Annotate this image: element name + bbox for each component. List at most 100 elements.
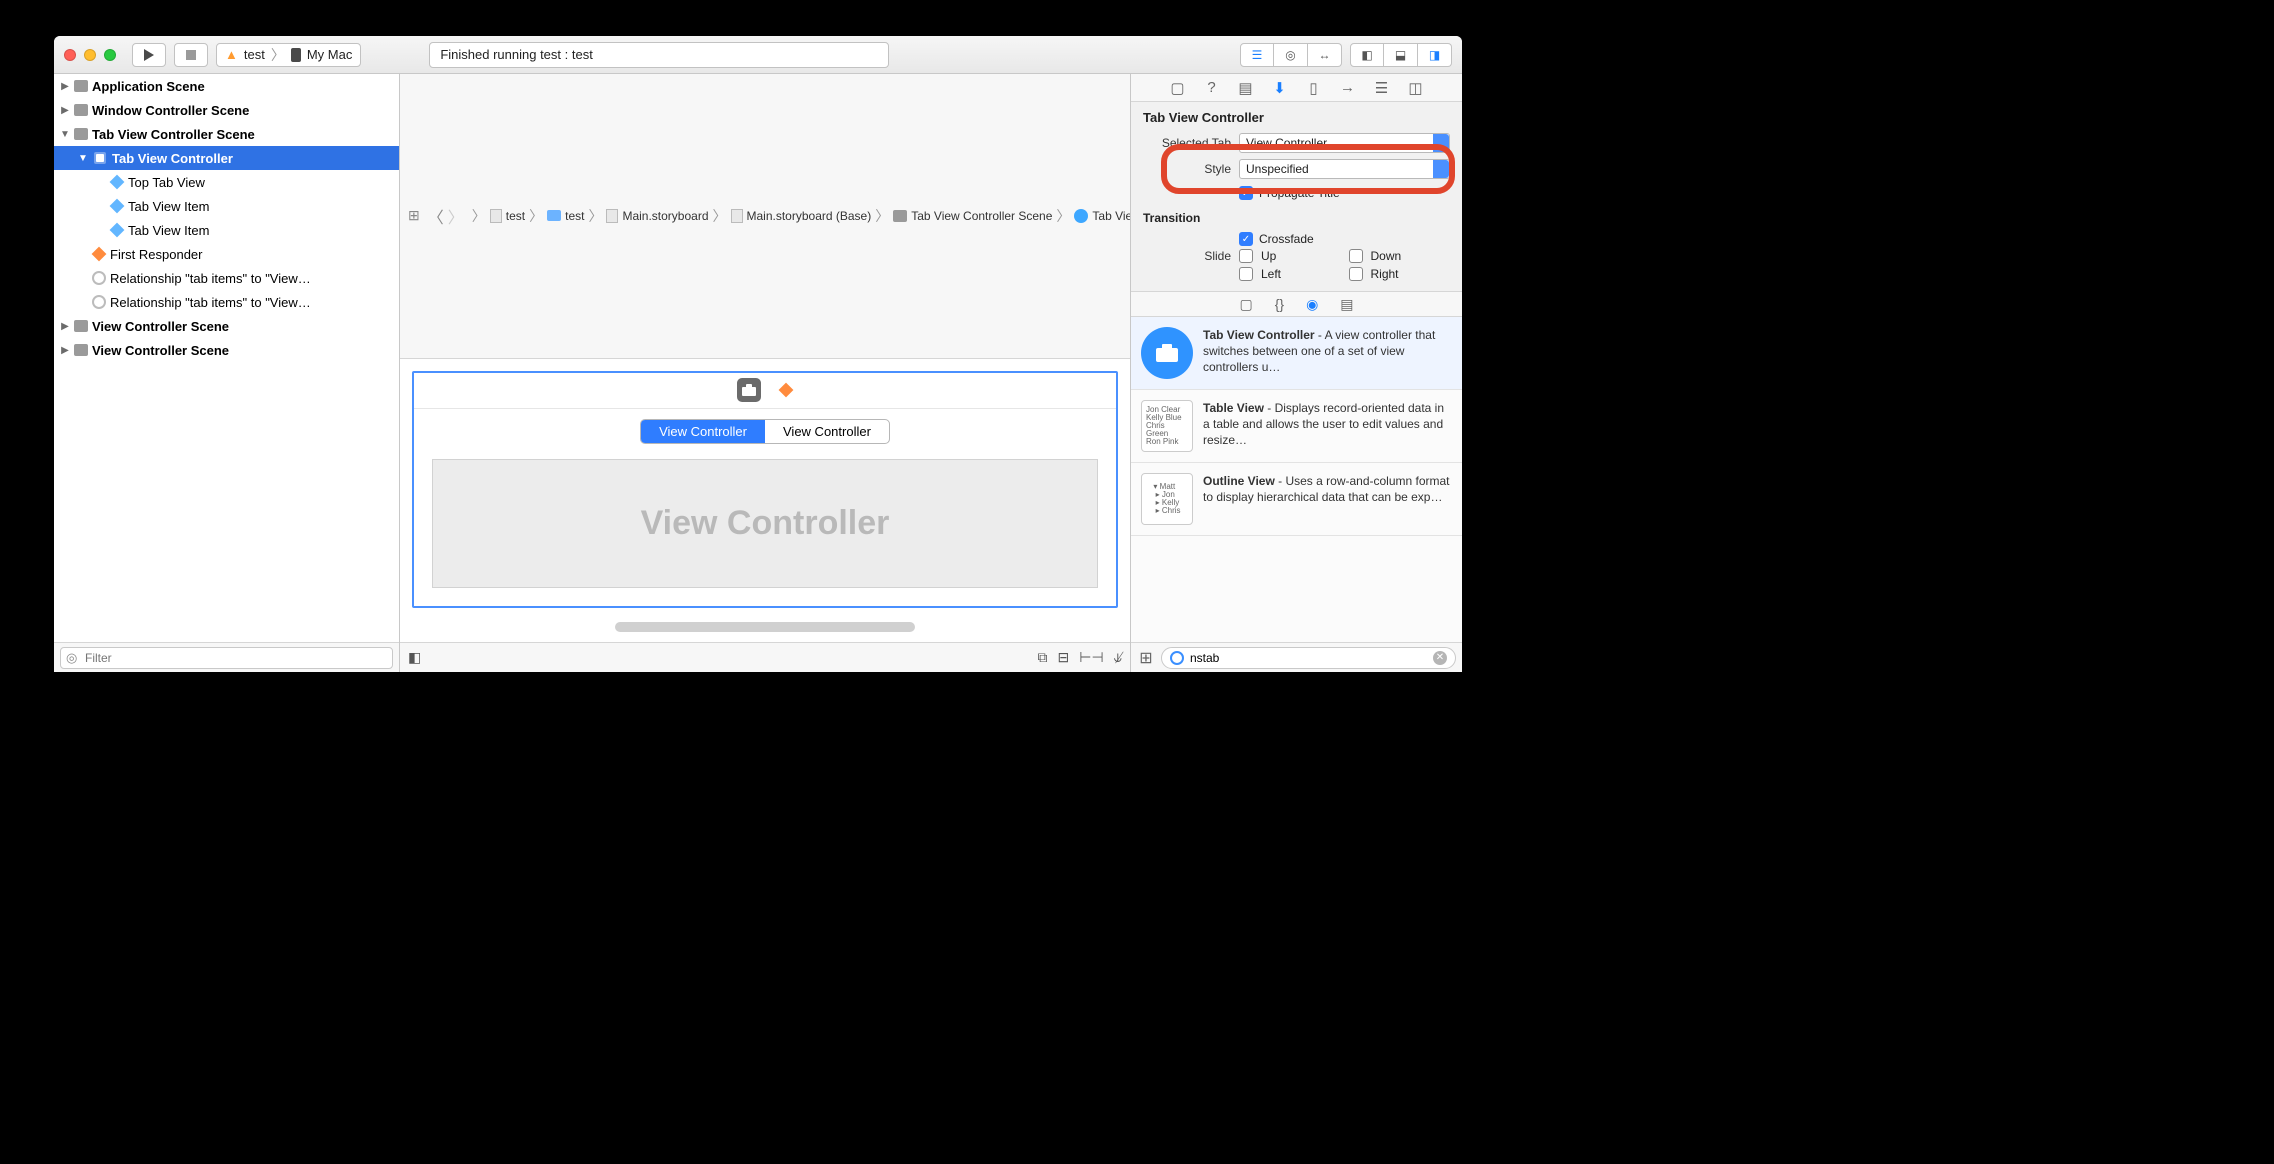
panel-toggle-group: ◧ ⬓ ◨ <box>1350 43 1452 67</box>
scene-icon <box>74 104 88 116</box>
outline-row[interactable]: Relationship "tab items" to "View… <box>54 290 399 314</box>
clear-search-button[interactable]: ✕ <box>1433 651 1447 665</box>
breadcrumb-item[interactable]: test <box>547 209 584 223</box>
bindings-inspector-tab[interactable]: ☰ <box>1373 79 1391 97</box>
outline-row[interactable]: Top Tab View <box>54 170 399 194</box>
document-outline[interactable]: ▶Application Scene▶Window Controller Sce… <box>54 74 399 642</box>
cube-icon <box>110 199 125 214</box>
tab-0[interactable]: View Controller <box>641 420 765 443</box>
size-inspector-tab[interactable]: ▯ <box>1305 79 1323 97</box>
forward-button[interactable]: 〉 <box>448 204 464 228</box>
breadcrumb-label: Tab View Controller Scene <box>911 209 1052 223</box>
tab-view-controller-canvas[interactable]: View Controller View Controller View Con… <box>412 371 1118 609</box>
disclosure-triangle[interactable]: ▶ <box>60 345 70 356</box>
library-item[interactable]: Jon ClearKelly BlueChris GreenRon PinkTa… <box>1131 390 1462 463</box>
outline-row[interactable]: First Responder <box>54 242 399 266</box>
breadcrumb-item[interactable]: test <box>490 209 525 223</box>
run-button[interactable] <box>132 43 166 67</box>
breadcrumb-item[interactable]: Main.storyboard (Base) <box>731 209 872 223</box>
outline-label: View Controller Scene <box>92 343 229 358</box>
breadcrumb-label: test <box>506 209 525 223</box>
outline-row[interactable]: ▶ Window Controller Scene <box>54 98 399 122</box>
style-select[interactable]: Unspecified <box>1239 159 1450 179</box>
breadcrumb-item[interactable]: Tab View Controller Scene <box>893 209 1052 223</box>
library-item[interactable]: Tab View Controller - A view controller … <box>1131 317 1462 390</box>
slide-up-checkbox[interactable] <box>1239 249 1253 263</box>
close-window-button[interactable] <box>64 49 76 61</box>
attributes-inspector-tab[interactable]: ⬇ <box>1271 79 1289 97</box>
pin-button[interactable]: ⊢⊣ <box>1079 649 1103 666</box>
file-inspector-tab[interactable]: ▢ <box>1169 79 1187 97</box>
outline-row[interactable]: ▶ View Controller Scene <box>54 338 399 362</box>
zoom-window-button[interactable] <box>104 49 116 61</box>
vc-header-icon[interactable] <box>737 378 761 402</box>
window-controls <box>64 49 116 61</box>
stop-button[interactable] <box>174 43 208 67</box>
scheme-separator: 〉 <box>271 45 285 65</box>
object-library-tab[interactable]: ◉ <box>1306 296 1318 313</box>
library-view-mode-button[interactable]: ⊞ <box>1137 648 1155 668</box>
outline-row[interactable]: ▶ View Controller Scene <box>54 314 399 338</box>
crossfade-checkbox[interactable]: ✓ <box>1239 232 1253 246</box>
tab-1[interactable]: View Controller <box>765 420 889 443</box>
disclosure-triangle[interactable]: ▶ <box>60 321 70 332</box>
identity-inspector-tab[interactable]: ▤ <box>1237 79 1255 97</box>
folder-icon <box>547 210 561 221</box>
standard-editor-icon: ☰ <box>1252 48 1263 62</box>
toggle-debug-button[interactable]: ⬓ <box>1384 43 1418 67</box>
breadcrumb-item[interactable]: Main.storyboard <box>606 209 708 223</box>
standard-editor-button[interactable]: ☰ <box>1240 43 1274 67</box>
version-editor-button[interactable]: ↔ <box>1308 43 1342 67</box>
minimize-window-button[interactable] <box>84 49 96 61</box>
library-item[interactable]: ▾ Matt ▸ Jon ▸ Kelly ▸ ChrisOutline View… <box>1131 463 1462 536</box>
slide-right-checkbox[interactable] <box>1349 267 1363 281</box>
outline-row[interactable]: Tab View Item <box>54 194 399 218</box>
selected-tab-select[interactable]: View Controller <box>1239 133 1450 153</box>
propagate-title-checkbox[interactable]: ✓ <box>1239 186 1253 200</box>
toggle-outline-button[interactable]: ◧ <box>408 649 421 666</box>
object-library-list[interactable]: Tab View Controller - A view controller … <box>1131 317 1462 642</box>
library-search-bar: ⊞ nstab ✕ <box>1131 642 1462 672</box>
grid-icon[interactable]: ⊞ <box>408 207 420 224</box>
outline-row[interactable]: Relationship "tab items" to "View… <box>54 266 399 290</box>
embed-button[interactable]: ⧉ <box>1038 649 1048 666</box>
titlebar: ▲ test 〉 My Mac Finished running test : … <box>54 36 1462 74</box>
ib-canvas[interactable]: View Controller View Controller View Con… <box>400 359 1130 643</box>
help-inspector-tab[interactable]: ? <box>1203 79 1221 96</box>
code-snippet-library-tab[interactable]: {} <box>1275 296 1284 312</box>
media-library-tab[interactable]: ▤ <box>1340 296 1353 313</box>
outline-filter-input[interactable] <box>60 647 393 669</box>
align-button[interactable]: ⊟ <box>1058 649 1070 666</box>
outline-row[interactable]: ▼Tab View Controller <box>54 146 399 170</box>
outline-label: Top Tab View <box>128 175 205 190</box>
disclosure-triangle[interactable]: ▶ <box>60 105 70 116</box>
jump-bar[interactable]: ⊞ 〈 〉 〉test〉test〉Main.storyboard〉Main.st… <box>400 74 1130 359</box>
slide-left-checkbox[interactable] <box>1239 267 1253 281</box>
inspector-section-title: Tab View Controller <box>1143 110 1450 125</box>
canvas-content-view[interactable]: View Controller <box>432 459 1098 589</box>
toggle-utilities-button[interactable]: ◨ <box>1418 43 1452 67</box>
disclosure-triangle[interactable]: ▶ <box>60 81 70 92</box>
file-template-library-tab[interactable]: ▢ <box>1239 296 1252 313</box>
library-search-field[interactable]: nstab ✕ <box>1161 647 1456 669</box>
assistant-editor-icon: ◎ <box>1285 48 1295 62</box>
back-button[interactable]: 〈 <box>428 204 444 228</box>
disclosure-triangle[interactable]: ▼ <box>78 153 88 164</box>
breadcrumb-item[interactable]: Tab View Controller <box>1074 209 1130 223</box>
canvas-scrollbar[interactable] <box>615 622 915 632</box>
toggle-navigator-button[interactable]: ◧ <box>1350 43 1384 67</box>
outline-label: Tab View Item <box>128 199 209 214</box>
resolve-button[interactable]: ⫝̸ <box>1114 649 1122 666</box>
scheme-selector[interactable]: ▲ test 〉 My Mac <box>216 43 361 67</box>
outline-label: View Controller Scene <box>92 319 229 334</box>
assistant-editor-button[interactable]: ◎ <box>1274 43 1308 67</box>
first-responder-header-icon[interactable] <box>779 383 794 398</box>
disclosure-triangle[interactable]: ▼ <box>60 129 70 140</box>
outline-row[interactable]: ▼Tab View Controller Scene <box>54 122 399 146</box>
outline-row[interactable]: ▶Application Scene <box>54 74 399 98</box>
slide-down-checkbox[interactable] <box>1349 249 1363 263</box>
effects-inspector-tab[interactable]: ◫ <box>1407 79 1425 97</box>
outline-label: Window Controller Scene <box>92 103 249 118</box>
connections-inspector-tab[interactable]: → <box>1339 79 1357 96</box>
outline-row[interactable]: Tab View Item <box>54 218 399 242</box>
